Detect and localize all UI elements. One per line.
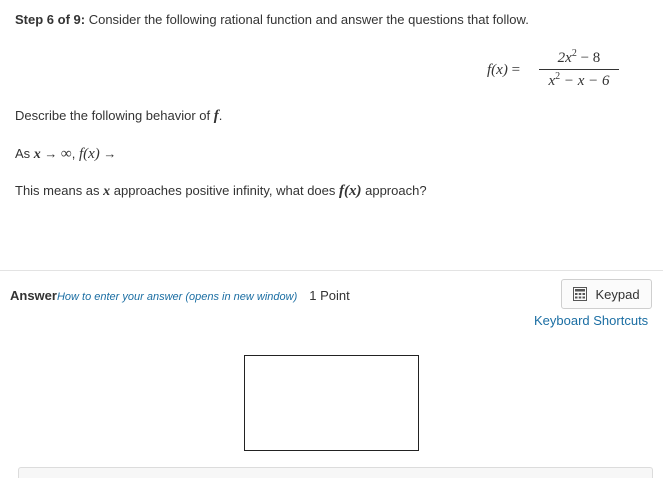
answer-row: AnswerHow to enter your answer (opens in… [10,288,350,303]
means-question: This means as x approaches positive infi… [15,183,427,199]
formula-fraction: 2x2 − 8 x2 − x − 6 [539,48,619,91]
formula-numerator: 2x2 − 8 [557,48,601,67]
answer-label: Answer [10,288,57,303]
keypad-icon [573,287,588,301]
answer-input[interactable] [244,355,419,451]
keypad-button[interactable]: Keypad [561,279,652,309]
keyboard-shortcuts-link[interactable]: Keyboard Shortcuts [534,313,648,328]
points-label: 1 Point [309,288,350,303]
limit-statement: As x → ∞, f(x) → [15,146,117,162]
rational-function-formula: f(x) = 2x2 − 8 x2 − x − 6 [487,48,622,92]
formula-lhs: f(x) = [487,62,521,78]
section-divider [0,270,663,271]
how-to-enter-answer-link[interactable]: How to enter your answer (opens in new w… [57,291,297,303]
step-instruction: Consider the following rational function… [88,12,529,27]
describe-prompt: Describe the following behavior of f. [15,108,223,124]
bottom-panel-edge [18,467,653,478]
keypad-label: Keypad [595,286,640,302]
formula-denominator: x2 − x − 6 [548,71,610,90]
step-label: Step 6 of 9: [15,12,86,27]
fraction-bar [539,69,619,70]
step-header: Step 6 of 9: Consider the following rati… [15,12,529,27]
